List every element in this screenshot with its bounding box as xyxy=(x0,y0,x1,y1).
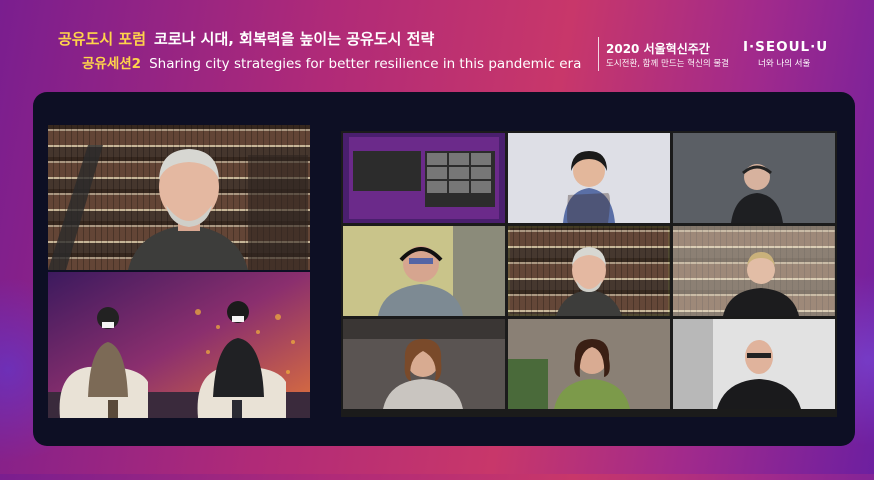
participant-video xyxy=(508,319,670,409)
participant-video xyxy=(673,319,835,409)
active-speaker-tile[interactable] xyxy=(508,226,670,316)
session-topic: Sharing city strategies for better resil… xyxy=(149,56,582,72)
broadcast-subtitle: 공유세션2 Sharing city strategies for better … xyxy=(82,52,581,72)
event-subtitle: 도시전환, 함께 만드는 혁신의 물결 xyxy=(606,59,729,69)
studio-video xyxy=(48,272,310,418)
participant-tile[interactable] xyxy=(673,133,835,223)
seoul-logo-tagline: 너와 나의 서울 xyxy=(758,59,811,69)
participant-tile[interactable] xyxy=(343,226,505,316)
participant-video xyxy=(556,247,622,316)
forum-topic: 코로나 시대, 회복력을 높이는 공유도시 전략 xyxy=(154,30,435,48)
forum-name: 공유도시 포럼 xyxy=(58,30,147,48)
participant-tile[interactable] xyxy=(508,319,670,409)
event-title: 2020 서울혁신주간 xyxy=(606,42,710,56)
screen-share-thumbnail xyxy=(349,137,499,219)
remote-speaker-figure xyxy=(48,145,308,270)
participant-video xyxy=(673,133,835,223)
participant-tile[interactable] xyxy=(673,226,835,316)
participant-video xyxy=(343,319,505,409)
participant-video xyxy=(508,133,670,223)
studio-scene xyxy=(48,272,310,418)
header-divider xyxy=(598,37,599,71)
seoul-logo: I·SEOUL·U xyxy=(743,39,829,55)
participant-tile[interactable] xyxy=(673,319,835,409)
participant-tile[interactable] xyxy=(343,319,505,409)
zoom-gallery-grid xyxy=(341,131,837,417)
participant-video xyxy=(723,252,799,316)
broadcast-title: 공유도시 포럼 코로나 시대, 회복력을 높이는 공유도시 전략 xyxy=(58,28,434,49)
participant-tile[interactable] xyxy=(508,133,670,223)
remote-speaker-video xyxy=(48,125,310,270)
screen-share-tile[interactable] xyxy=(343,133,505,223)
session-name: 공유세션2 xyxy=(82,56,142,72)
participant-video xyxy=(343,226,505,316)
